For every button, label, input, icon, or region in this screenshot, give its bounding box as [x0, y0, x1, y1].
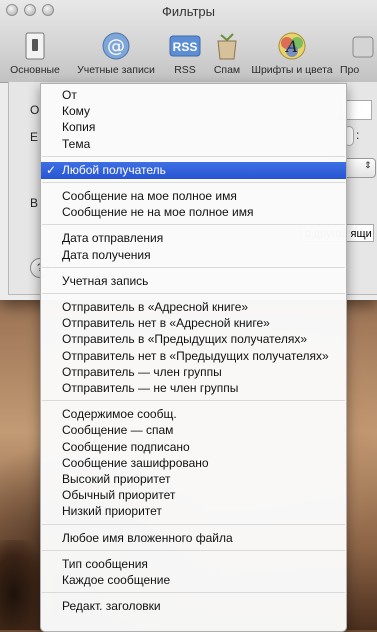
menu-item-label: Тема	[62, 136, 91, 151]
menu-item[interactable]: Кому	[41, 103, 346, 119]
at-sign-icon: @	[100, 30, 132, 62]
toolbar-rss-label: RSS	[174, 64, 196, 76]
menu-separator	[42, 592, 345, 594]
font-color-icon: A	[276, 30, 308, 62]
desktop-wallpaper-detail	[0, 540, 45, 630]
menu-item[interactable]: Отправитель — не член группы	[41, 380, 346, 396]
menu-item[interactable]: Копия	[41, 119, 346, 135]
description-label: О	[30, 103, 40, 117]
rss-icon: RSS	[169, 30, 201, 62]
toolbar-accounts-label: Учетные записи	[77, 64, 155, 76]
toolbar-accounts-button[interactable]: @ Учетные записи	[70, 30, 162, 76]
actions-label: В	[30, 196, 39, 210]
menu-item-label: Сообщение зашифровано	[62, 455, 209, 470]
menu-item[interactable]: Высокий приоритет	[41, 471, 346, 487]
menu-separator	[42, 155, 345, 157]
toolbar-general-button[interactable]: Основные	[6, 30, 64, 76]
menu-item[interactable]: Сообщение — спам	[41, 422, 346, 438]
menu-item[interactable]: Сообщение на мое полное имя	[41, 188, 346, 204]
menu-item-label: Сообщение на мое полное имя	[62, 189, 237, 203]
menu-item[interactable]: Отправитель — член группы	[41, 364, 346, 380]
menu-item-label: Отправитель — член группы	[62, 364, 222, 379]
menu-item-label: Высокий приоритет	[62, 472, 171, 486]
menu-separator	[42, 549, 345, 551]
window-titlebar: Фильтры Основные @ Учетные записи RSS RS…	[0, 0, 377, 83]
popup-arrows-icon: ⇕	[364, 160, 372, 170]
svg-text:@: @	[107, 36, 125, 57]
checkmark-icon: ✓	[46, 162, 57, 177]
menu-item[interactable]: Сообщение зашифровано	[41, 455, 346, 471]
menu-item[interactable]: Сообщение подписано	[41, 439, 346, 455]
menu-item-label: Сообщение не на мое полное имя	[62, 205, 254, 220]
menu-item[interactable]: Отправитель нет в «Предыдущих получателя…	[41, 348, 346, 364]
menu-item-label: Отправитель в «Адресной книге»	[62, 300, 249, 314]
menu-item[interactable]: Отправитель в «Адресной книге»	[41, 299, 346, 315]
menu-item[interactable]: Дата получения	[41, 247, 346, 263]
menu-item-label: Низкий приоритет	[62, 504, 162, 519]
toolbar-more-label: Про	[340, 64, 360, 76]
menu-item[interactable]: Сообщение не на мое полное имя	[41, 204, 346, 220]
menu-item[interactable]: Содержимое сообщ.	[41, 406, 346, 422]
menu-item-label: Тип сообщения	[62, 556, 148, 571]
menu-item-label: Дата отправления	[62, 231, 164, 246]
conditions-label: Е	[30, 130, 39, 144]
menu-item-label: Каждое сообщение	[62, 573, 171, 587]
menu-item[interactable]: Редакт. заголовки	[41, 598, 346, 614]
spam-trash-icon	[211, 30, 243, 62]
menu-item-label: Учетная запись	[62, 273, 149, 288]
menu-item-label: Сообщение подписано	[62, 439, 190, 454]
menu-item-label: Сообщение — спам	[62, 423, 174, 438]
menu-item[interactable]: ✓ Любой получатель	[41, 161, 346, 179]
more-icon	[346, 30, 377, 62]
menu-item[interactable]: Дата отправления	[41, 230, 346, 246]
menu-separator	[42, 523, 345, 525]
toolbar-junk-button[interactable]: Спам	[208, 30, 246, 76]
switch-icon	[19, 30, 51, 62]
menu-item-label: Редакт. заголовки	[62, 599, 161, 614]
toolbar-general-label: Основные	[10, 64, 60, 76]
menu-item[interactable]: Учетная запись	[41, 273, 346, 289]
svg-text:RSS: RSS	[173, 40, 198, 54]
svg-text:A: A	[284, 37, 298, 56]
toolbar-more-button[interactable]: Про	[340, 30, 377, 76]
menu-item-label: Любое имя вложенного файла	[62, 530, 233, 545]
toolbar-fonts-colors-label: Шрифты и цвета	[251, 64, 333, 76]
menu-item-label: Кому	[62, 104, 91, 119]
menu-item[interactable]: Отправитель нет в «Адресной книге»	[41, 315, 346, 331]
menu-item-label: Отправитель в «Предыдущих получателях»	[62, 332, 307, 347]
menu-item-label: От	[62, 88, 77, 102]
menu-item[interactable]: От	[41, 87, 346, 103]
window-title: Фильтры	[161, 4, 215, 19]
menu-item-label: Отправитель — не член группы	[62, 381, 239, 395]
condition-popup-menu: От Кому Копия Тема ✓ Любой получатель Сообщени…	[40, 83, 347, 632]
menu-item[interactable]: Каждое сообщение	[41, 572, 346, 588]
menu-separator	[42, 224, 345, 226]
toolbar-junk-label: Спам	[213, 64, 241, 76]
menu-item[interactable]: Тип сообщения	[41, 556, 346, 572]
toolbar-fonts-colors-button[interactable]: A Шрифты и цвета	[250, 30, 334, 76]
menu-item[interactable]: Тема	[41, 136, 346, 152]
menu-item-label: Дата получения	[62, 247, 151, 262]
menu-item[interactable]: Низкий приоритет	[41, 503, 346, 519]
toolbar-rss-button[interactable]: RSS RSS	[166, 30, 204, 76]
conditions-colon: :	[356, 128, 360, 142]
menu-item-label: Отправитель нет в «Адресной книге»	[62, 316, 270, 331]
menu-item[interactable]: Любое имя вложенного файла	[41, 530, 346, 546]
menu-separator	[42, 400, 345, 402]
menu-item-label: Любой получатель	[62, 162, 166, 177]
menu-item-label: Содержимое сообщ.	[62, 407, 177, 422]
menu-separator	[42, 293, 345, 294]
menu-item-label: Отправитель нет в «Предыдущих получателя…	[62, 348, 329, 363]
menu-item[interactable]: Обычный приоритет	[41, 487, 346, 503]
menu-separator	[42, 266, 345, 268]
menu-item-label: Копия	[62, 120, 96, 135]
menu-separator	[42, 182, 345, 183]
menu-item[interactable]: Отправитель в «Предыдущих получателях»	[41, 331, 346, 347]
menu-item-label: Обычный приоритет	[62, 488, 176, 503]
